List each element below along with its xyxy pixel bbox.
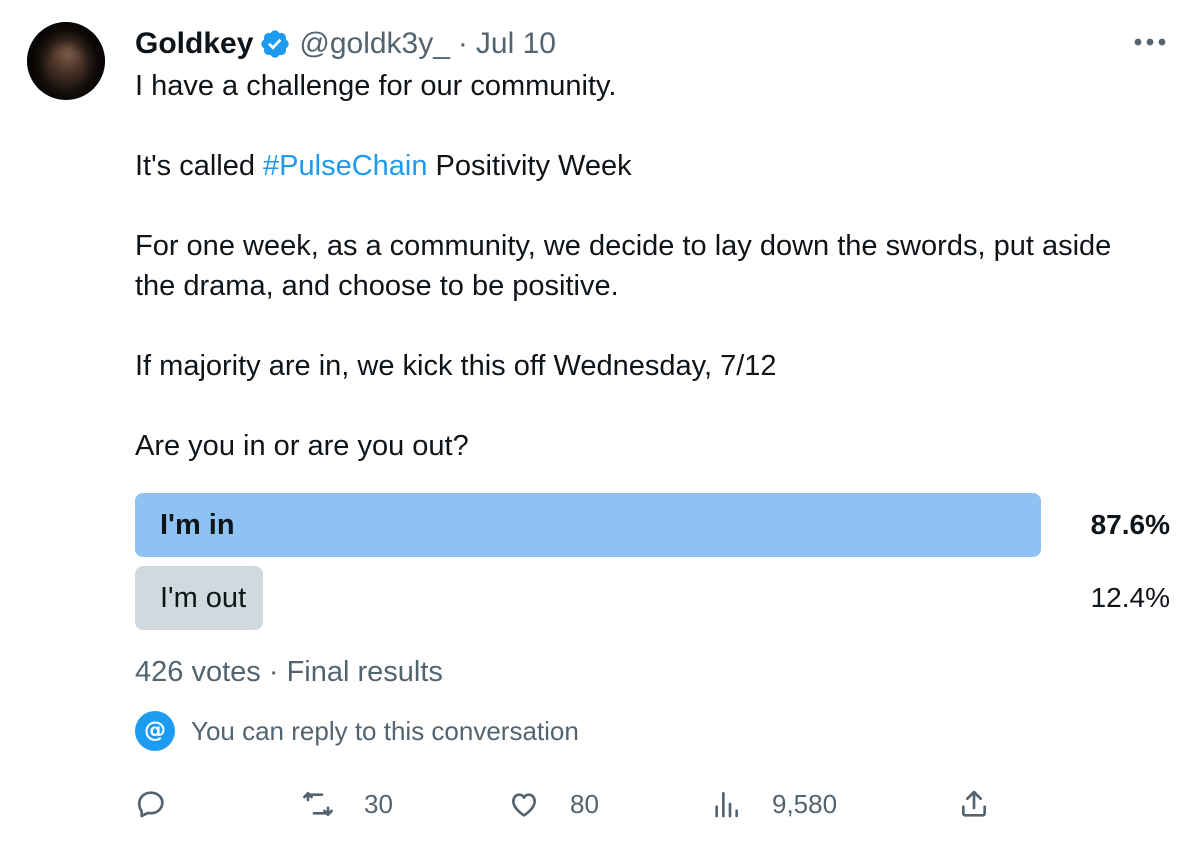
retweet-button[interactable]: 30 <box>302 786 393 822</box>
tweet-text-segment: Positivity Week <box>427 150 632 182</box>
tweet-date[interactable]: Jul 10 <box>476 27 556 61</box>
at-icon: @ <box>135 711 175 751</box>
tweet-header: Goldkey @goldk3y_ · Jul 10 <box>135 24 556 64</box>
tweet-text-line: It's called #PulseChain Positivity Week <box>135 146 1155 186</box>
poll-option-percent: 12.4% <box>1090 582 1170 613</box>
retweet-icon <box>303 792 333 816</box>
more-options-icon[interactable] <box>1132 36 1168 48</box>
reply-permission-text: You can reply to this conversation <box>191 715 579 746</box>
tweet-text: I have a challenge for our community. It… <box>135 66 1155 466</box>
author-handle[interactable]: @goldk3y_ <box>299 27 450 61</box>
poll-vote-count: 426 votes <box>135 656 261 688</box>
reply-permission-note: @ You can reply to this conversation <box>135 711 579 751</box>
poll-option-label: I'm out <box>160 582 247 614</box>
verified-badge-icon[interactable] <box>259 28 291 60</box>
like-count: 80 <box>570 788 599 819</box>
avatar[interactable] <box>27 22 105 100</box>
retweet-count: 30 <box>364 788 393 819</box>
poll-option-percent: 87.6% <box>1090 509 1170 540</box>
poll-option-label: I'm in <box>160 509 235 541</box>
heart-icon <box>512 793 536 817</box>
display-name[interactable]: Goldkey <box>135 27 253 61</box>
like-button[interactable]: 80 <box>508 786 599 822</box>
tweet-text-line: For one week, as a community, we decide … <box>135 230 1112 302</box>
share-button[interactable] <box>958 786 1020 822</box>
tweet-text-segment: It's called <box>135 150 264 182</box>
header-separator: · <box>457 27 468 60</box>
avatar-shadow <box>27 22 105 100</box>
views-icon <box>715 792 738 818</box>
reply-icon <box>137 791 164 818</box>
tweet-text-line: I have a challenge for our community. <box>135 70 617 102</box>
poll-meta: 426 votes · Final results <box>135 656 443 689</box>
poll-result-bar <box>135 493 1041 557</box>
poll-option-out: I'm out <box>135 566 1041 630</box>
tweet-text-line: Are you in or are you out? <box>135 430 469 462</box>
poll-option-in: I'm in <box>135 493 1041 557</box>
tweet-text-line: If majority are in, we kick this off Wed… <box>135 350 777 382</box>
hashtag-link[interactable]: #PulseChain <box>263 150 427 182</box>
poll-meta-separator: · <box>268 656 279 688</box>
reply-button[interactable] <box>135 786 197 822</box>
views-count: 9,580 <box>772 788 838 819</box>
views-button[interactable]: 9,580 <box>710 786 837 822</box>
poll-status: Final results <box>286 656 443 688</box>
share-icon <box>962 790 986 817</box>
